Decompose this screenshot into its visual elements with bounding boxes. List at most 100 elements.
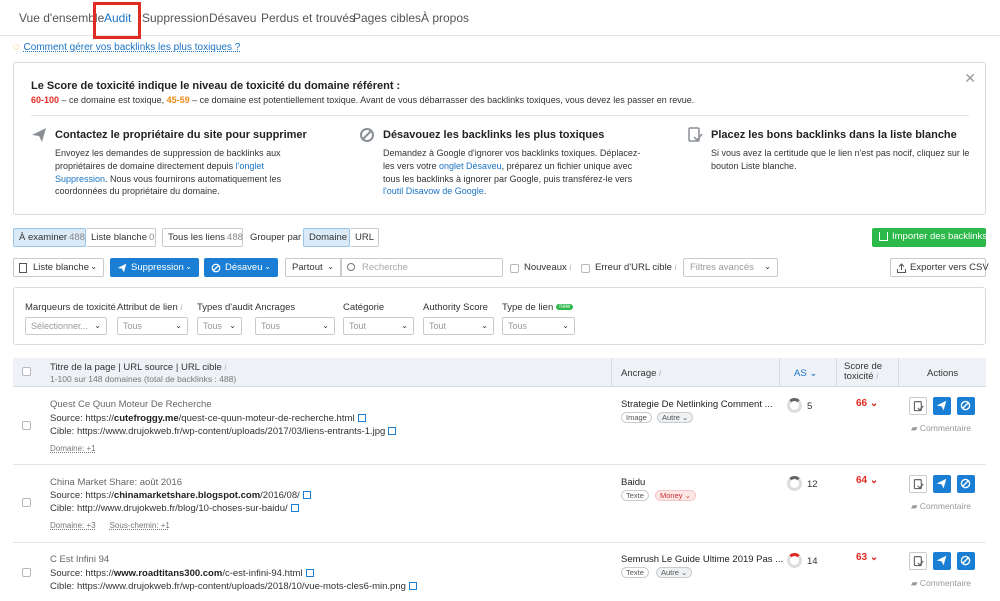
help-link[interactable]: ◌ Comment gérer vos backlinks les plus to… bbox=[13, 41, 240, 53]
row-checkbox[interactable] bbox=[22, 568, 31, 577]
whitelist-dropdown[interactable]: Liste blanche ⌄ bbox=[13, 258, 104, 277]
col-actions: Actions bbox=[927, 368, 959, 379]
comment-icon: ▰ bbox=[911, 501, 918, 511]
tab-perdus-trouves[interactable]: Perdus et trouvés bbox=[261, 11, 355, 25]
comment-button[interactable]: ▰ Commentaire bbox=[911, 423, 971, 434]
external-link-icon[interactable] bbox=[388, 427, 397, 435]
link-type-tag: Texte bbox=[621, 490, 649, 501]
send-suppression-button[interactable] bbox=[933, 552, 951, 570]
row-page-title: C Est Infini 94 bbox=[50, 554, 110, 565]
category-tag[interactable]: Money ⌄ bbox=[655, 490, 696, 501]
authority-score: 5 bbox=[807, 401, 813, 412]
scope-select[interactable]: Partout ⌄ bbox=[285, 258, 341, 277]
erreur-url-checkbox[interactable] bbox=[581, 264, 590, 273]
info-subtitle: 60-100 – ce domaine est toxique, 45-59 –… bbox=[31, 95, 695, 105]
col-anchor[interactable]: Ancrage i bbox=[621, 368, 661, 379]
info-icon: i bbox=[876, 372, 878, 381]
prohibited-icon bbox=[359, 127, 375, 143]
category-tag[interactable]: Autre ⌄ bbox=[657, 412, 694, 423]
suppression-dropdown[interactable]: Suppression ⌄ bbox=[110, 258, 199, 277]
table-header: Titre de la page | URL source | URL cibl… bbox=[13, 358, 986, 387]
paper-plane-icon bbox=[31, 127, 47, 143]
tab-vue-ensemble[interactable]: Vue d'ensemble bbox=[19, 11, 104, 25]
disavow-button[interactable] bbox=[957, 552, 975, 570]
nav-tabs: Vue d'ensemble Audit Suppression Désaveu… bbox=[0, 0, 1000, 36]
tab-desaveu[interactable]: Désaveu bbox=[209, 11, 256, 25]
google-disavow-link[interactable]: l'outil Disavow de Google bbox=[383, 186, 484, 196]
toxicity-score[interactable]: 64 ⌄ bbox=[856, 475, 878, 486]
send-suppression-button[interactable] bbox=[933, 475, 951, 493]
close-icon[interactable]: ✕ bbox=[964, 70, 976, 87]
row-anchor: Baidu bbox=[621, 477, 646, 488]
whitelist-button[interactable] bbox=[909, 475, 927, 493]
group-url[interactable]: URL bbox=[350, 228, 379, 247]
tab-pages-cibles[interactable]: Pages cibles bbox=[353, 11, 421, 25]
group-by-label: Grouper par bbox=[250, 232, 302, 243]
external-link-icon[interactable] bbox=[305, 569, 314, 577]
toxicity-markers-select[interactable]: Sélectionner... ⌄ bbox=[25, 317, 107, 335]
link-attribute-select[interactable]: Tous ⌄ bbox=[117, 317, 188, 335]
advanced-filters-dropdown[interactable]: Filtres avancés ⌄ bbox=[683, 258, 778, 277]
paper-plane-icon bbox=[117, 263, 127, 273]
row-checkbox[interactable] bbox=[22, 498, 31, 507]
row-checkbox[interactable] bbox=[22, 421, 31, 430]
anchors-select[interactable]: Tous ⌄ bbox=[255, 317, 335, 335]
audit-types-select[interactable]: Tous ⌄ bbox=[197, 317, 242, 335]
row-meta: Domaine: +1 bbox=[50, 444, 96, 453]
authority-score-select[interactable]: Tout ⌄ bbox=[423, 317, 494, 335]
category-tag[interactable]: Autre ⌄ bbox=[656, 567, 693, 578]
external-link-icon[interactable] bbox=[357, 414, 366, 422]
download-icon bbox=[879, 232, 888, 241]
table-row: C Est Infini 94 Source: https://www.road… bbox=[13, 543, 986, 601]
info-icon: i bbox=[569, 263, 572, 272]
disavow-button[interactable] bbox=[957, 397, 975, 415]
tab-suppression[interactable]: Suppression bbox=[142, 11, 209, 25]
row-anchor: Strategie De Netlinking Comment ... bbox=[621, 399, 773, 410]
export-csv-button[interactable]: Exporter vers CSV bbox=[890, 258, 989, 277]
filter-liste-blanche[interactable]: Liste blanche 0 bbox=[86, 228, 156, 247]
select-all-checkbox[interactable] bbox=[22, 367, 31, 376]
filter-a-examiner[interactable]: À examiner 488 bbox=[13, 228, 86, 247]
external-link-icon[interactable] bbox=[408, 582, 417, 590]
info-icon: i bbox=[659, 369, 661, 378]
tab-a-propos[interactable]: À propos bbox=[421, 11, 469, 25]
authority-score: 14 bbox=[807, 556, 818, 567]
row-target-url[interactable]: Cible: http://www.drujokweb.fr/blog/10-c… bbox=[50, 503, 299, 514]
comment-button[interactable]: ▰ Commentaire bbox=[911, 501, 971, 512]
link-type-select[interactable]: Tous ⌄ bbox=[502, 317, 575, 335]
search-icon bbox=[347, 263, 355, 271]
comment-icon: ▰ bbox=[911, 423, 918, 433]
row-target-url[interactable]: Cible: https://www.drujokweb.fr/wp-conte… bbox=[50, 426, 397, 437]
external-link-icon[interactable] bbox=[290, 504, 299, 512]
row-source-url[interactable]: Source: https://www.roadtitans300.com/c-… bbox=[50, 568, 314, 579]
toxicity-score[interactable]: 63 ⌄ bbox=[856, 552, 878, 563]
send-suppression-button[interactable] bbox=[933, 397, 951, 415]
import-backlinks-button[interactable]: Importer des backlinks bbox=[872, 228, 987, 247]
external-link-icon[interactable] bbox=[302, 491, 311, 499]
desaveu-dropdown[interactable]: Désaveu ⌄ bbox=[204, 258, 278, 277]
category-select[interactable]: Tout ⌄ bbox=[343, 317, 414, 335]
erreur-url-label: Erreur d'URL cible i bbox=[595, 262, 677, 273]
nouveaux-label: Nouveaux i bbox=[524, 262, 572, 273]
col-toxicity-score[interactable]: Score de toxicité i bbox=[844, 362, 889, 382]
col-as-sort[interactable]: AS ⌄ bbox=[794, 368, 817, 379]
row-source-url[interactable]: Source: https://cutefroggy.me/quest-ce-q… bbox=[50, 413, 366, 424]
authority-ring bbox=[787, 476, 802, 491]
nouveaux-checkbox[interactable] bbox=[510, 264, 519, 273]
info-title: Le Score de toxicité indique le niveau d… bbox=[31, 80, 401, 92]
toxicity-score[interactable]: 66 ⌄ bbox=[856, 398, 878, 409]
row-page-title: Quest Ce Quun Moteur De Recherche bbox=[50, 399, 212, 410]
new-badge: new bbox=[556, 304, 574, 311]
search-input[interactable]: Recherche bbox=[341, 258, 503, 277]
whitelist-button[interactable] bbox=[909, 552, 927, 570]
row-target-url[interactable]: Cible: https://www.drujokweb.fr/wp-conte… bbox=[50, 581, 417, 592]
desaveu-tab-link[interactable]: onglet Désaveu bbox=[439, 161, 502, 171]
comment-button[interactable]: ▰ Commentaire bbox=[911, 578, 971, 589]
filter-tous-les-liens[interactable]: Tous les liens 488 bbox=[162, 228, 243, 247]
authority-score: 12 bbox=[807, 479, 818, 490]
group-domaine[interactable]: Domaine bbox=[303, 228, 350, 247]
whitelist-button[interactable] bbox=[909, 397, 927, 415]
row-source-url[interactable]: Source: https://chinamarketshare.blogspo… bbox=[50, 490, 311, 501]
disavow-button[interactable] bbox=[957, 475, 975, 493]
toxicity-info-panel: ✕ Le Score de toxicité indique le niveau… bbox=[13, 62, 986, 215]
